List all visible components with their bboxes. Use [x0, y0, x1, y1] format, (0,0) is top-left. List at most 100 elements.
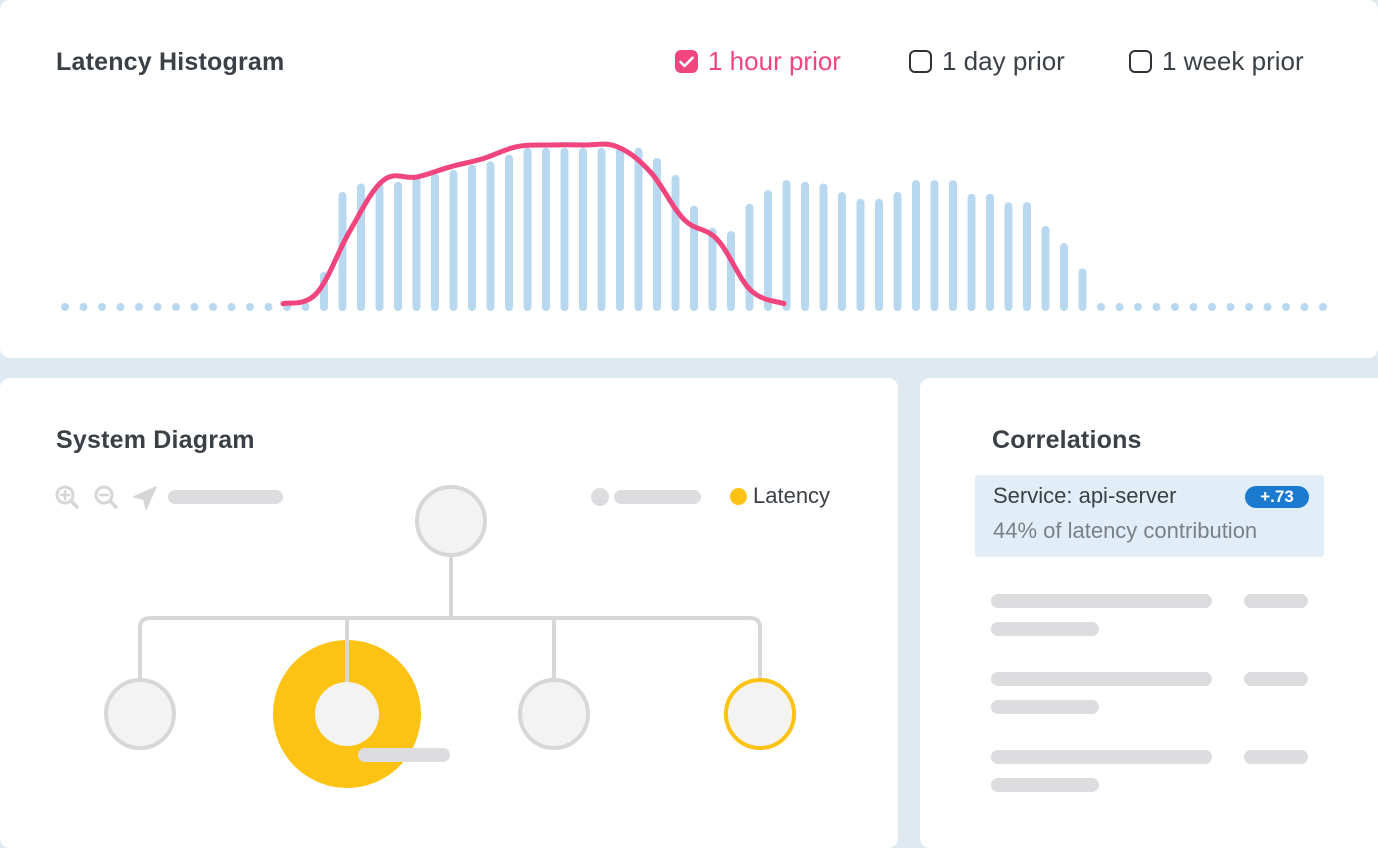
service-node-selected[interactable]: [315, 682, 379, 746]
histogram-bin-empty: [1115, 303, 1124, 311]
histogram-bar: [967, 193, 976, 311]
histogram-bin-empty: [153, 303, 162, 311]
histogram-bar: [1041, 226, 1050, 311]
histogram-bar: [671, 175, 680, 311]
correlation-placeholder-bar: [991, 672, 1212, 686]
legend-latency: Latency: [730, 483, 830, 509]
checkbox-checked-icon[interactable]: [675, 50, 698, 73]
histogram-bar: [727, 231, 735, 311]
histogram-bar: [801, 181, 809, 311]
histogram-bar: [394, 181, 402, 311]
histogram-bin-empty: [116, 303, 125, 311]
system-diagram-card: System Diagram Latency: [0, 378, 898, 848]
histogram-title: Latency Histogram: [56, 48, 285, 76]
histogram-bar: [449, 169, 458, 311]
histogram-bin-empty: [264, 303, 273, 311]
correlation-placeholder-bar: [991, 750, 1212, 764]
histogram-bar: [412, 176, 421, 311]
correlation-service-label: Service: api-server: [993, 483, 1177, 508]
histogram-bin-empty: [172, 303, 180, 311]
histogram-bin-empty: [1189, 303, 1198, 311]
histogram-bar: [930, 180, 939, 311]
histogram-bin-empty: [98, 303, 106, 311]
histogram-bar: [468, 164, 476, 311]
histogram-bin-empty: [1263, 303, 1272, 311]
range-option-label: 1 day prior: [942, 46, 1065, 76]
latency-histogram-card: Latency Histogram 1 hour prior 1 day pri…: [0, 0, 1378, 358]
histogram-bin-empty: [1300, 303, 1309, 311]
connector-line: [138, 616, 762, 683]
histogram-bin-empty: [1282, 303, 1290, 311]
checkbox-unchecked-icon[interactable]: [909, 50, 932, 73]
histogram-bin-empty: [1245, 303, 1253, 311]
correlation-placeholder-bar: [1244, 594, 1308, 608]
legend-dot-placeholder: [591, 488, 609, 506]
histogram-bin-empty: [246, 303, 254, 311]
range-option-1-day[interactable]: 1 day prior: [909, 46, 1065, 77]
service-node[interactable]: [104, 678, 176, 750]
correlation-placeholder-bar: [991, 700, 1099, 714]
histogram-bar: [1023, 202, 1031, 311]
histogram-bin-empty: [61, 303, 69, 311]
histogram-bar: [1060, 243, 1068, 311]
correlation-placeholder-bar: [1244, 672, 1308, 686]
histogram-bin-empty: [79, 303, 88, 311]
service-node-root[interactable]: [415, 485, 487, 557]
correlation-placeholder-bar: [991, 594, 1212, 608]
histogram-bin-empty: [1134, 303, 1142, 311]
histogram-bar: [1004, 202, 1013, 311]
histogram-bar: [949, 180, 957, 311]
legend-latency-label: Latency: [753, 483, 831, 508]
histogram-bar: [893, 192, 902, 311]
histogram-bar: [505, 154, 513, 311]
histogram-bar: [838, 192, 846, 311]
histogram-bar: [523, 147, 532, 311]
range-option-label: 1 week prior: [1162, 46, 1304, 76]
histogram-bar: [634, 147, 643, 311]
node-label-placeholder: [358, 748, 450, 762]
service-node-latency[interactable]: [724, 678, 796, 750]
histogram-bin-empty: [1152, 303, 1161, 311]
histogram-bin-empty: [1097, 303, 1105, 311]
correlation-placeholder-bar: [1244, 750, 1308, 764]
histogram-bar: [486, 161, 495, 311]
histogram-bar: [912, 180, 920, 311]
correlation-score-badge: +.73: [1245, 486, 1309, 508]
histogram-bar: [597, 147, 606, 311]
latency-legend-dot: [730, 487, 747, 505]
range-option-label: 1 hour prior: [708, 46, 841, 76]
correlation-contribution-text: 44% of latency contribution: [993, 518, 1258, 543]
correlation-placeholder-bar: [991, 622, 1099, 636]
service-node[interactable]: [518, 678, 590, 750]
histogram-bar: [986, 193, 994, 311]
histogram-bar: [856, 198, 865, 311]
histogram-bar: [690, 205, 698, 311]
histogram-bin-empty: [1319, 303, 1327, 311]
correlations-title: Correlations: [992, 426, 1142, 454]
histogram-bar: [1078, 268, 1087, 311]
histogram-bin-empty: [1208, 303, 1216, 311]
histogram-bin-empty: [135, 303, 143, 311]
histogram-bar: [764, 190, 772, 311]
histogram-bar: [819, 183, 828, 311]
correlations-card: Correlations Service: api-server +.73 44…: [920, 378, 1378, 848]
histogram-bar: [875, 198, 883, 311]
histogram-bar: [542, 147, 550, 311]
histogram-bar: [560, 147, 569, 311]
histogram-bin-empty: [1226, 303, 1235, 311]
histogram-bar: [431, 173, 439, 311]
range-option-1-week[interactable]: 1 week prior: [1129, 46, 1304, 77]
range-option-1-hour[interactable]: 1 hour prior: [675, 46, 841, 77]
histogram-bin-empty: [227, 303, 236, 311]
service-graph: [104, 485, 796, 788]
histogram-bar: [616, 147, 624, 311]
checkbox-unchecked-icon[interactable]: [1129, 50, 1152, 73]
histogram-bar: [375, 183, 384, 311]
histogram-bar: [782, 180, 791, 311]
histogram-bin-empty: [1171, 303, 1179, 311]
correlation-placeholder-bar: [991, 778, 1099, 792]
histogram-bar: [579, 147, 587, 311]
histogram-bin-empty: [209, 303, 217, 311]
histogram-bar: [745, 203, 754, 311]
histogram-bin-empty: [190, 303, 199, 311]
